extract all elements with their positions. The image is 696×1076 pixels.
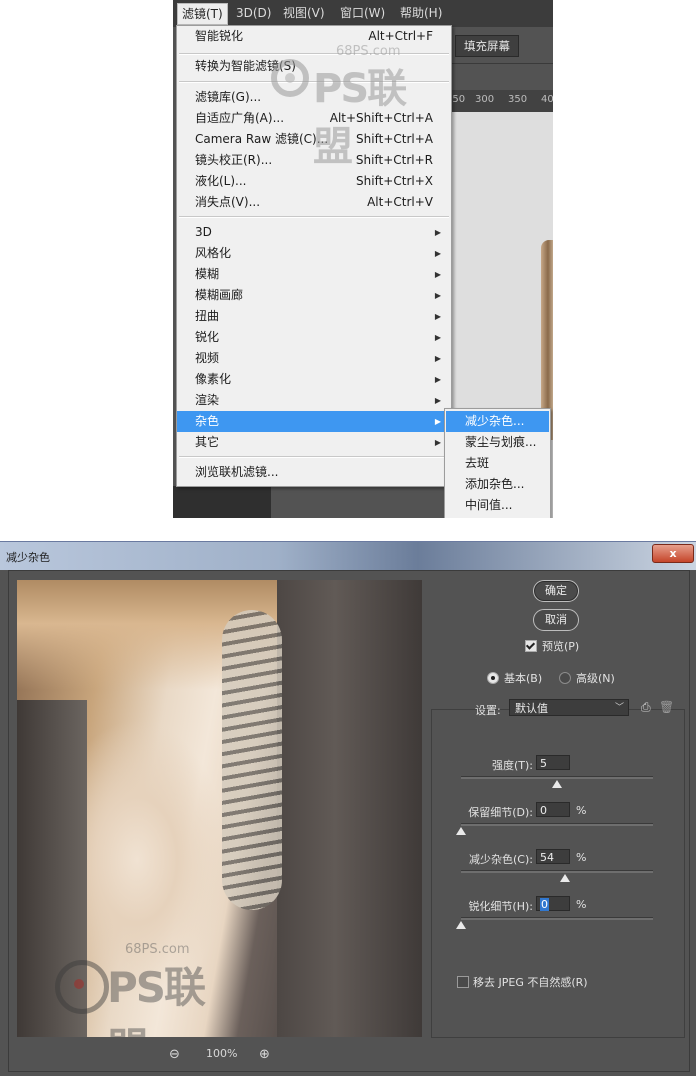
reduce-color-noise-label: 减少杂色(C): (469, 853, 533, 866)
submenu-item-despeckle[interactable]: 去斑 (446, 453, 549, 474)
dialog-title: 减少杂色 (6, 551, 50, 564)
ruler-tick: 350 (508, 94, 528, 105)
strength-label: 强度(T): (491, 759, 533, 772)
menu-item-distort[interactable]: 扭曲 ▶ (177, 306, 451, 327)
ok-button[interactable]: 确定 (533, 580, 579, 602)
menu-window[interactable]: 窗口(W) (340, 5, 385, 21)
submenu-arrow-icon: ▶ (434, 270, 441, 279)
remove-jpeg-artifact-checkbox[interactable] (457, 976, 469, 988)
submenu-item-dust-scratches[interactable]: 蒙尘与划痕... (446, 432, 549, 453)
dialog-title-bar: 减少杂色 x (0, 542, 696, 570)
menu-separator (179, 216, 449, 218)
menu-view[interactable]: 视图(V) (283, 5, 325, 21)
watermark-logo-icon (271, 59, 309, 97)
menu-item-video[interactable]: 视频 ▶ (177, 348, 451, 369)
strength-slider-track[interactable] (461, 776, 653, 779)
menu-item-browse-online[interactable]: 浏览联机滤镜... (177, 462, 451, 483)
watermark-brand: PS联盟 (107, 963, 206, 1037)
submenu-arrow-icon: ▶ (434, 249, 441, 258)
submenu-arrow-icon: ▶ (434, 333, 441, 342)
preserve-details-unit: % (576, 804, 587, 817)
horizontal-ruler: 250 300 350 40 (446, 90, 553, 113)
menu-item-pixelate[interactable]: 像素化 ▶ (177, 369, 451, 390)
menu-item-liquify[interactable]: 液化(L)... Shift+Ctrl+X (177, 171, 451, 192)
options-bar: 填充屏幕 (448, 27, 553, 64)
menu-separator (179, 456, 449, 458)
cancel-button[interactable]: 取消 (533, 609, 579, 631)
menu-item-stylize[interactable]: 风格化 ▶ (177, 243, 451, 264)
reduce-color-noise-slider-thumb[interactable] (559, 874, 570, 882)
sharpen-details-unit: % (576, 898, 587, 911)
submenu-arrow-icon: ▶ (434, 396, 441, 405)
fill-screen-button[interactable]: 填充屏幕 (455, 35, 519, 57)
submenu-arrow-icon: ▶ (434, 438, 441, 447)
submenu-item-add-noise[interactable]: 添加杂色... (446, 474, 549, 495)
menu-filter[interactable]: 滤镜(T) (177, 3, 228, 25)
menu-bar: 滤镜(T) 3D(D) 视图(V) 窗口(W) 帮助(H) (173, 0, 553, 27)
photo-ruffle (222, 610, 282, 910)
panel-dark-area (173, 486, 271, 518)
zoom-level: 100% (206, 1047, 238, 1060)
noise-submenu: 减少杂色... 蒙尘与划痕... 去斑 添加杂色... 中间值... (444, 408, 551, 518)
strength-slider-thumb[interactable] (552, 780, 562, 788)
watermark-brand: PS联盟 (313, 66, 407, 170)
menu-3d[interactable]: 3D(D) (236, 5, 271, 21)
preserve-details-input[interactable]: 0 (536, 802, 570, 817)
settings-value: 默认值 (515, 702, 548, 715)
save-settings-icon[interactable]: ⎙ (641, 700, 655, 714)
submenu-arrow-icon: ▶ (434, 375, 441, 384)
menu-item-sharpen[interactable]: 锐化 ▶ (177, 327, 451, 348)
reduce-noise-dialog: 减少杂色 x 68PS.com PS联盟 ⊖ 100% ⊕ 确定 取消 预览(P… (0, 541, 696, 1076)
dialog-body: 68PS.com PS联盟 ⊖ 100% ⊕ 确定 取消 预览(P) 基本(B)… (8, 570, 690, 1072)
settings-label: 设置: (475, 704, 501, 717)
reduce-color-noise-unit: % (576, 851, 587, 864)
zoom-out-icon[interactable]: ⊖ (169, 1047, 183, 1062)
sharpen-details-label: 锐化细节(H): (468, 900, 533, 913)
ruler-tick: 300 (475, 94, 495, 105)
reduce-color-noise-input[interactable]: 54 (536, 849, 570, 864)
reduce-color-noise-slider-track[interactable] (461, 870, 653, 873)
sharpen-details-input[interactable]: 0 (536, 896, 570, 911)
menu-item-render[interactable]: 渲染 ▶ (177, 390, 451, 411)
advanced-mode-label: 高级(N) (576, 672, 615, 685)
submenu-item-median[interactable]: 中间值... (446, 495, 549, 516)
basic-mode-label: 基本(B) (504, 672, 543, 685)
submenu-item-reduce-noise[interactable]: 减少杂色... (446, 411, 549, 432)
watermark-top: 68PS.com PS联盟 (268, 40, 428, 170)
menu-item-vanishing-point[interactable]: 消失点(V)... Alt+Ctrl+V (177, 192, 451, 213)
preserve-details-slider-thumb[interactable] (456, 827, 466, 835)
chevron-down-icon: ﹀ (614, 703, 624, 713)
trash-icon[interactable]: 🗑 (659, 700, 674, 714)
menu-item-noise[interactable]: 杂色 ▶ (177, 411, 451, 432)
preserve-details-slider-track[interactable] (461, 823, 653, 826)
submenu-arrow-icon: ▶ (434, 291, 441, 300)
settings-dropdown[interactable]: 默认值 ﹀ (509, 699, 629, 716)
photoshop-filter-menu-screenshot: 滤镜(T) 3D(D) 视图(V) 窗口(W) 帮助(H) 填充屏幕 250 3… (173, 0, 553, 518)
sharpen-details-slider-track[interactable] (461, 917, 653, 920)
basic-mode-radio[interactable] (487, 672, 499, 684)
advanced-mode-radio[interactable] (559, 672, 571, 684)
watermark-bottom: 68PS.com PS联盟 (37, 940, 237, 1037)
menu-item-blur[interactable]: 模糊 ▶ (177, 264, 451, 285)
submenu-arrow-icon: ▶ (434, 312, 441, 321)
zoom-in-icon[interactable]: ⊕ (259, 1047, 273, 1062)
preserve-details-label: 保留细节(D): (468, 806, 533, 819)
watermark-logo-icon (55, 960, 109, 1014)
submenu-arrow-icon: ▶ (434, 228, 441, 237)
submenu-arrow-icon: ▶ (434, 417, 441, 426)
remove-jpeg-artifact-label: 移去 JPEG 不自然感(R) (473, 976, 588, 989)
menu-help[interactable]: 帮助(H) (400, 5, 442, 21)
menu-item-other[interactable]: 其它 ▶ (177, 432, 451, 453)
image-preview[interactable]: 68PS.com PS联盟 (17, 580, 422, 1037)
submenu-arrow-icon: ▶ (434, 354, 441, 363)
menu-item-blur-gallery[interactable]: 模糊画廊 ▶ (177, 285, 451, 306)
preview-label: 预览(P) (542, 640, 580, 653)
preview-checkbox[interactable] (525, 640, 537, 652)
sharpen-details-slider-thumb[interactable] (456, 921, 466, 929)
ruler-tick: 40 (541, 94, 553, 105)
strength-input[interactable]: 5 (536, 755, 570, 770)
close-button[interactable]: x (652, 544, 694, 563)
photo-jacket-right (277, 580, 422, 1037)
menu-item-3d[interactable]: 3D ▶ (177, 222, 451, 243)
